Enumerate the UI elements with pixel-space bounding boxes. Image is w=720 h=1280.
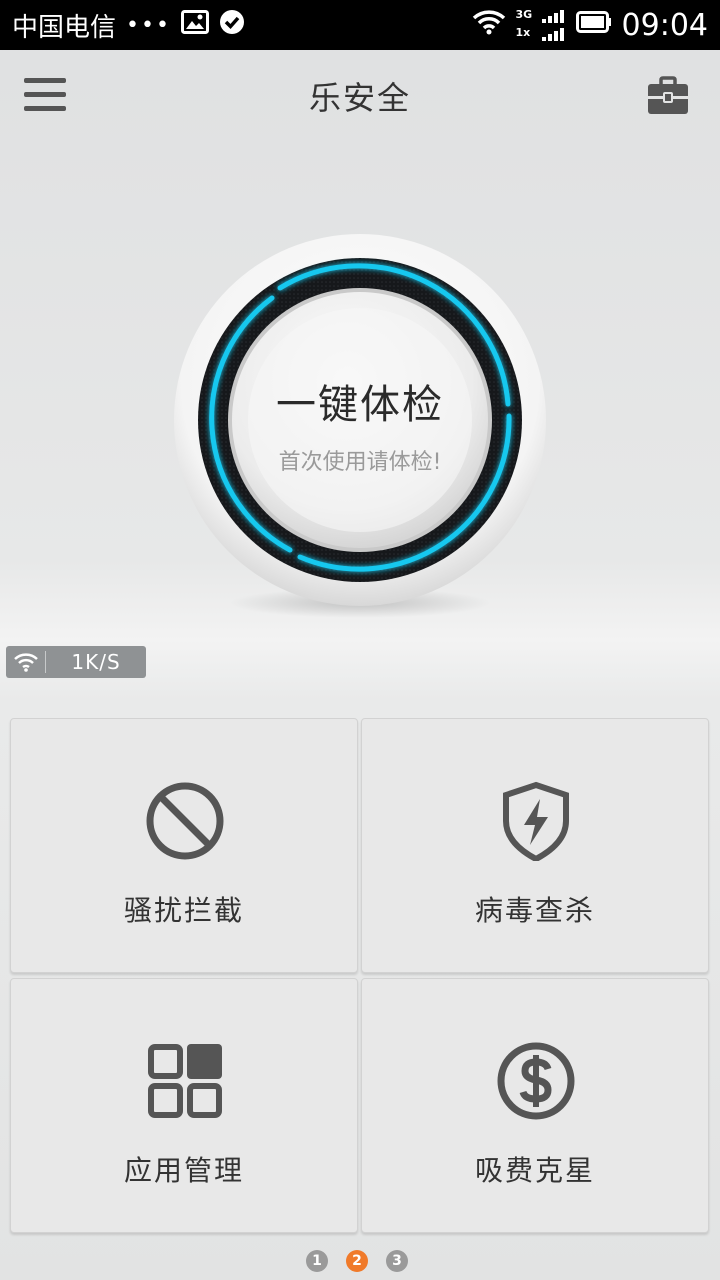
wifi-signal-icon xyxy=(472,9,506,42)
page-dot-2[interactable]: 2 xyxy=(346,1250,368,1272)
checkup-subtitle: 首次使用请体检! xyxy=(278,450,442,475)
page-dot-1[interactable]: 1 xyxy=(306,1250,328,1272)
app-header: 乐安全 xyxy=(0,50,720,142)
tile-fee-guard[interactable]: 吸费克星 xyxy=(361,978,709,1233)
checkup-title: 一键体检 xyxy=(276,382,444,428)
tile-virus-scan[interactable]: 病毒查杀 xyxy=(361,718,709,973)
block-icon xyxy=(145,781,225,861)
page-dot-3[interactable]: 3 xyxy=(386,1250,408,1272)
app-grid-icon xyxy=(145,1041,225,1121)
clock: 09:04 xyxy=(621,7,708,43)
tile-label: 应用管理 xyxy=(123,1154,244,1187)
tile-label: 病毒查杀 xyxy=(474,894,595,927)
check-notification-icon xyxy=(219,9,245,42)
shield-lightning-icon xyxy=(496,781,576,863)
tile-label: 吸费克星 xyxy=(474,1154,595,1187)
battery-icon xyxy=(575,10,612,40)
toolbox-icon[interactable] xyxy=(646,76,690,116)
network-speed-badge: 1K/S xyxy=(6,646,146,678)
more-notifications-icon: ••• xyxy=(126,12,171,38)
page-indicator: 1 2 3 xyxy=(306,1250,408,1272)
tile-harassment-block[interactable]: 骚扰拦截 xyxy=(10,718,358,973)
speed-value: 1K/S xyxy=(71,650,121,674)
tile-app-management[interactable]: 应用管理 xyxy=(10,978,358,1233)
hamburger-icon[interactable] xyxy=(24,78,66,112)
image-notification-icon xyxy=(180,9,209,41)
tile-label: 骚扰拦截 xyxy=(123,894,244,927)
page-title: 乐安全 xyxy=(308,79,411,117)
carrier-label: 中国电信 xyxy=(12,12,117,43)
cell-signal-icon: 3G 1x xyxy=(516,8,566,42)
status-bar: 中国电信 ••• 3G 1x 09:04 xyxy=(0,0,720,50)
wifi-icon xyxy=(6,651,46,673)
dollar-circle-icon xyxy=(496,1041,576,1121)
